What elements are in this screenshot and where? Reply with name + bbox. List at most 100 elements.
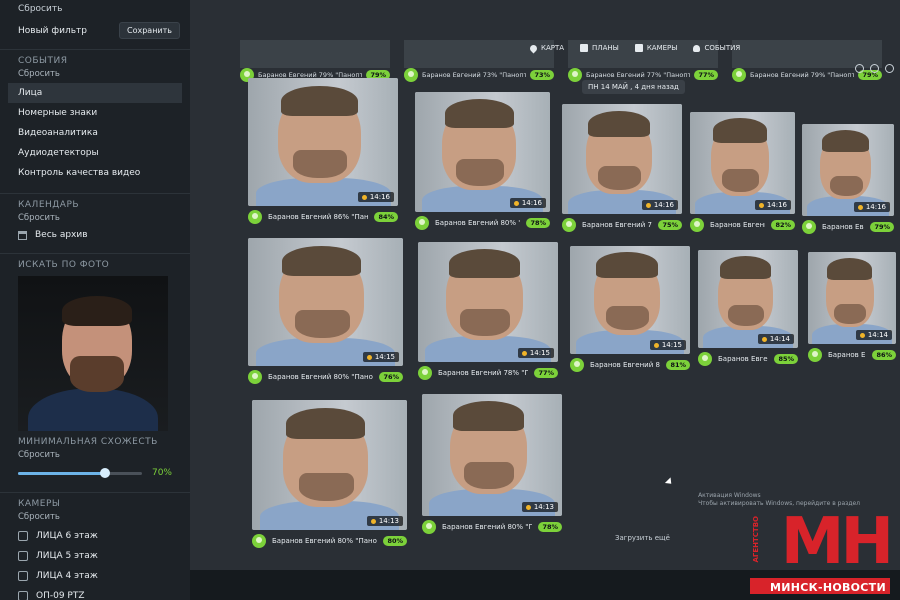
- events-reset-link[interactable]: Сбросить: [0, 69, 190, 79]
- similarity-value: 70%: [151, 468, 172, 478]
- sidebar-item-video-quality[interactable]: Контроль качества видео: [0, 163, 190, 183]
- reference-photo[interactable]: [18, 276, 168, 431]
- bell-icon: [693, 44, 701, 52]
- logo-name: МИНСК-НОВОСТИ: [770, 581, 886, 594]
- caption-text: Баранов Евгений 80% "Паноптес": [442, 523, 533, 531]
- face-snapshot[interactable]: 14:16: [248, 78, 398, 206]
- date-chip: ПН 14 МАЙ , 4 дня назад: [582, 80, 685, 94]
- camera-item[interactable]: ОП-09 PTZ: [0, 586, 190, 600]
- help-icon[interactable]: [870, 64, 879, 73]
- nav-label: ПЛАНЫ: [592, 44, 619, 52]
- snapshot-hair: [281, 85, 358, 117]
- caption-text: Баранов Евгений 77% "Паноптес": [586, 71, 691, 79]
- caption-text: Баранов Евгений 80% "Паноптес": [272, 537, 377, 545]
- grid-icon: [580, 44, 589, 52]
- face-snapshot[interactable]: 14:13: [252, 400, 407, 530]
- cameras-reset-link[interactable]: Сбросить: [0, 512, 190, 522]
- nav-cameras[interactable]: КАМЕРЫ: [634, 44, 677, 52]
- divider: [0, 49, 190, 50]
- slider-handle[interactable]: [99, 467, 110, 478]
- result-card[interactable]: 14:13 Баранов Евгений 80% "Паноптес" 80%: [252, 400, 407, 548]
- card-caption: Баранов Евгений 85% "Паноптес" 85%: [698, 352, 798, 366]
- camera-item[interactable]: ЛИЦА 6 этаж: [0, 526, 190, 546]
- status-dot-icon: [525, 504, 531, 510]
- nav-events[interactable]: СОБЫТИЯ: [693, 44, 740, 52]
- sidebar-item-audio-detectors[interactable]: Аудиодетекторы: [0, 143, 190, 163]
- load-more-button[interactable]: Загрузить ещё: [615, 534, 670, 542]
- caption-text: Баранов Евгений 80% "Паноптес": [268, 373, 373, 381]
- similarity-reset-link[interactable]: Сбросить: [0, 450, 190, 460]
- face-snapshot[interactable]: 14:16: [802, 124, 894, 216]
- camera-label: ОП-09 PTZ: [36, 591, 85, 600]
- calendar-reset-link[interactable]: Сбросить: [0, 213, 190, 223]
- result-card[interactable]: 14:16 Баранов Евгений 82% "Паноптес" 82%: [690, 112, 795, 232]
- checkbox[interactable]: [18, 551, 28, 561]
- timestamp-badge: 14:14: [855, 330, 892, 340]
- new-filter-input[interactable]: Новый фильтр: [18, 26, 87, 36]
- result-card[interactable]: 14:15 Баранов Евгений 81% "Паноптес" 81%: [570, 246, 690, 372]
- timestamp-badge: 14:16: [853, 202, 890, 212]
- snapshot-hair: [452, 401, 525, 431]
- status-dot-icon: [653, 342, 659, 348]
- face-snapshot[interactable]: 14:15: [570, 246, 690, 354]
- checkbox[interactable]: [18, 591, 28, 600]
- checkbox[interactable]: [18, 531, 28, 541]
- camera-item[interactable]: ЛИЦА 5 этаж: [0, 546, 190, 566]
- sidebar-item-plates[interactable]: Номерные знаки: [0, 103, 190, 123]
- person-icon: [422, 520, 436, 534]
- face-snapshot[interactable]: 14:16: [562, 104, 682, 214]
- top-nav: КАРТА ПЛАНЫ КАМЕРЫ СОБЫТИЯ: [528, 43, 740, 53]
- snapshot-beard: [460, 309, 511, 336]
- result-card[interactable]: 14:13 Баранов Евгений 80% "Паноптес" 78%: [422, 394, 562, 534]
- checkbox[interactable]: [18, 571, 28, 581]
- face-snapshot[interactable]: 14:16: [690, 112, 795, 214]
- face-snapshot[interactable]: 14:14: [698, 250, 798, 348]
- snapshot-beard: [728, 304, 764, 327]
- timestamp-badge: 14:16: [641, 200, 678, 210]
- result-card[interactable]: Баранов Евгений 79% "Паноптес" 79%: [732, 40, 882, 82]
- result-card[interactable]: 14:16 Баранов Евгений 79% "Паноптес" 79%: [802, 124, 894, 234]
- timestamp-badge: 14:16: [357, 192, 394, 202]
- result-card[interactable]: 14:14 Баранов Евгений 85% "Паноптес" 85%: [698, 250, 798, 366]
- timestamp: 14:16: [653, 201, 674, 209]
- face-snapshot[interactable]: 14:13: [422, 394, 562, 516]
- result-card[interactable]: 14:16 Баранов Евгений 80% "Паноптес" 78%: [415, 92, 550, 230]
- nav-map[interactable]: КАРТА: [528, 43, 564, 53]
- new-filter-row: Новый фильтр Сохранить: [18, 22, 180, 39]
- refresh-icon[interactable]: [855, 64, 864, 73]
- gear-icon[interactable]: [885, 64, 894, 73]
- snapshot-beard: [721, 169, 760, 192]
- face-snapshot[interactable]: 14:15: [248, 238, 403, 366]
- timestamp: 14:16: [369, 193, 390, 201]
- snapshot-hair: [827, 257, 873, 280]
- similarity-slider[interactable]: [18, 467, 142, 478]
- reset-link[interactable]: Сбросить: [18, 4, 172, 14]
- save-button[interactable]: Сохранить: [119, 22, 180, 39]
- search-photo-heading: ИСКАТЬ ПО ФОТО: [18, 260, 110, 270]
- filter-sidebar: Сбросить Новый фильтр Сохранить СОБЫТИЯ …: [0, 0, 191, 600]
- snapshot-beard: [464, 462, 515, 490]
- sidebar-item-faces[interactable]: Лица: [8, 83, 182, 103]
- nav-plans[interactable]: ПЛАНЫ: [580, 44, 619, 52]
- camera-label: ЛИЦА 4 этаж: [36, 571, 98, 581]
- result-card[interactable]: 14:15 Баранов Евгений 78% "Паноптес" 77%: [418, 242, 558, 380]
- camera-label: ЛИЦА 6 этаж: [36, 531, 98, 541]
- camera-label: ЛИЦА 5 этаж: [36, 551, 98, 561]
- snapshot-beard: [293, 149, 347, 178]
- timestamp: 14:15: [374, 353, 395, 361]
- result-card[interactable]: 14:16 Баранов Евгений 76% "Паноптес" 75%: [562, 104, 682, 232]
- match-badge: 84%: [374, 212, 398, 222]
- calendar-all-archive[interactable]: Весь архив: [0, 227, 190, 243]
- result-card[interactable]: 14:14 Баранов Евгений 86% "Паноптес" 86%: [808, 252, 896, 362]
- result-card[interactable]: 14:16 Баранов Евгений 86% "Паноптес" 84%: [248, 78, 398, 224]
- timestamp: 14:15: [661, 341, 682, 349]
- sidebar-item-video-analytics[interactable]: Видеоаналитика: [0, 123, 190, 143]
- camera-item[interactable]: ЛИЦА 4 этаж: [0, 566, 190, 586]
- result-card[interactable]: Баранов Евгений 79% "Паноптес" 79%: [240, 40, 390, 82]
- face-snapshot[interactable]: 14:14: [808, 252, 896, 344]
- face-snapshot[interactable]: 14:15: [418, 242, 558, 362]
- map-pin-icon: [528, 43, 539, 53]
- face-snapshot[interactable]: 14:16: [415, 92, 550, 212]
- timestamp-badge: 14:15: [649, 340, 686, 350]
- result-card[interactable]: 14:15 Баранов Евгений 80% "Паноптес" 76%: [248, 238, 403, 384]
